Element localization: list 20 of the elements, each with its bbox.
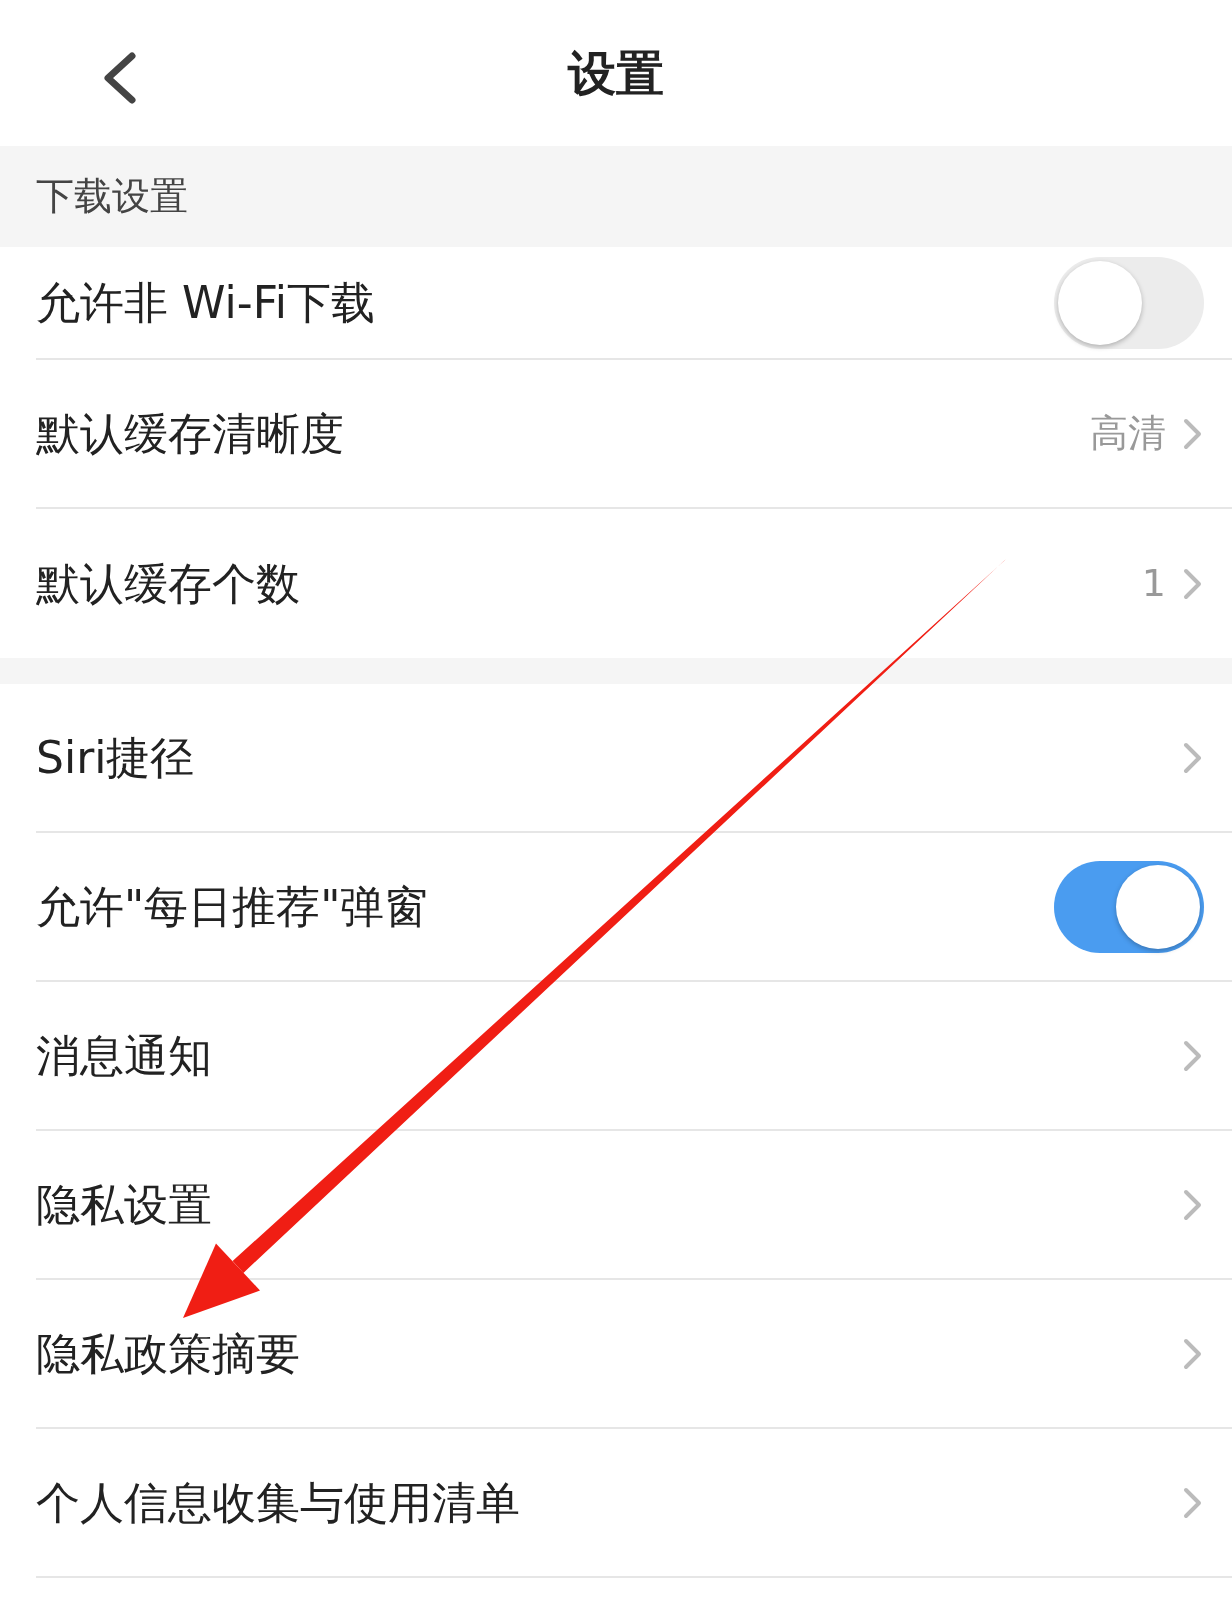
- chevron-icon[interactable]: [1182, 416, 1204, 451]
- chevron-icon[interactable]: [1182, 1038, 1204, 1073]
- page-title: 设置: [568, 44, 664, 103]
- setting-label: 隐私政策摘要: [36, 1326, 300, 1381]
- setting-label: 个人信息收集与使用清单: [36, 1475, 520, 1530]
- chevron-icon[interactable]: [1182, 1336, 1204, 1371]
- setting-label: 默认缓存清晰度: [36, 406, 344, 461]
- setting-label: 消息通知: [36, 1028, 212, 1083]
- setting-label: 允许"每日推荐"弹窗: [36, 879, 429, 934]
- section-header: 下载设置: [36, 173, 188, 220]
- setting-value: 高清: [1090, 410, 1166, 457]
- setting-label: Siri捷径: [36, 730, 195, 785]
- chevron-icon[interactable]: [1182, 1187, 1204, 1222]
- chevron-icon[interactable]: [1182, 740, 1204, 775]
- chevron-icon[interactable]: [1182, 566, 1204, 601]
- setting-label: 允许非 Wi-Fi下载: [36, 275, 375, 330]
- setting-label: 默认缓存个数: [36, 556, 300, 611]
- setting-value: 1: [1141, 560, 1166, 607]
- setting-label: 隐私设置: [36, 1177, 212, 1232]
- chevron-icon[interactable]: [1182, 1485, 1204, 1520]
